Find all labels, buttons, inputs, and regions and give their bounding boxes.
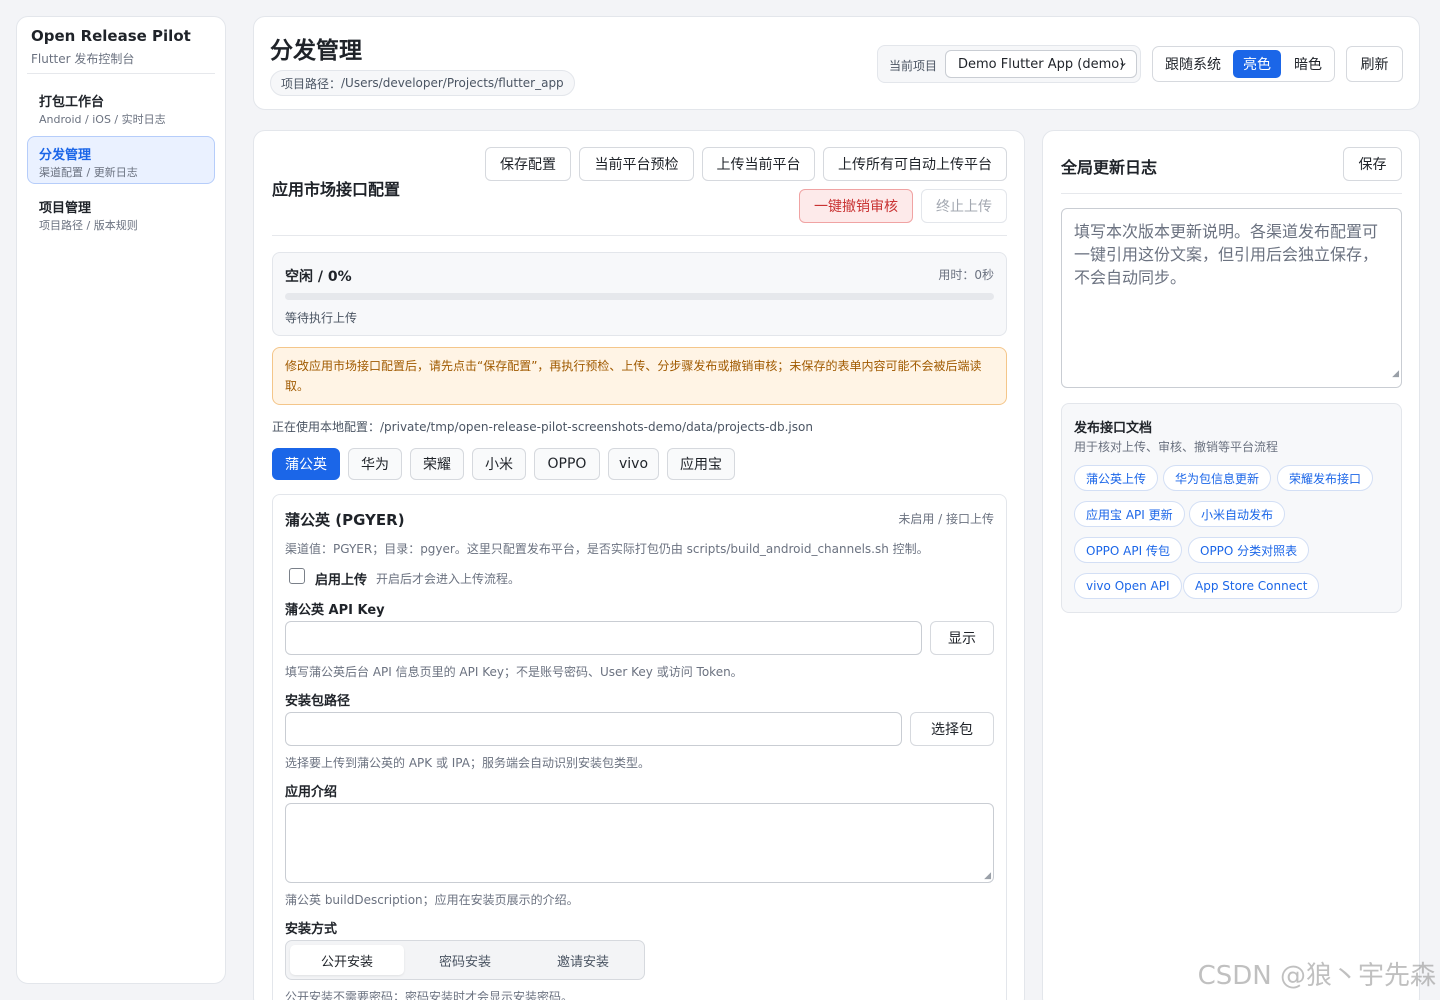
- project-label: 当前项目: [889, 59, 938, 73]
- revoke-review-button[interactable]: 一键撤销审核: [799, 189, 913, 223]
- resize-handle-icon[interactable]: ◢: [984, 871, 991, 881]
- install-mode-password[interactable]: 密码安装: [408, 945, 522, 975]
- install-mode-invite[interactable]: 邀请安装: [526, 945, 640, 975]
- changelog-panel: 全局更新日志 保存 填写本次版本更新说明。各渠道发布配置可一键引用这份文案，但引…: [1042, 130, 1420, 1000]
- enable-upload-label: 启用上传: [315, 573, 368, 588]
- progress-elapsed: 用时：0秒: [938, 268, 994, 282]
- channel-status: 未启用 / 接口上传: [898, 512, 994, 526]
- sidebar-divider: [27, 73, 215, 74]
- theme-switcher: 跟随系统 亮色 暗色: [1152, 46, 1335, 82]
- project-path-value: /Users/developer/Projects/flutter_app: [341, 76, 564, 90]
- intro-label: 应用介绍: [285, 785, 338, 800]
- intro-textarea[interactable]: ◢: [285, 803, 994, 883]
- sidebar-item-label: 项目管理: [39, 201, 92, 216]
- sidebar-item-label: 打包工作台: [39, 95, 105, 110]
- tab-yingyongbao[interactable]: 应用宝: [667, 448, 735, 480]
- api-docs-card: 发布接口文档 用于核对上传、审核、撤销等平台流程 蒲公英上传 华为包信息更新 荣…: [1061, 403, 1402, 613]
- doc-link-app-store-connect[interactable]: App Store Connect: [1183, 573, 1320, 599]
- sidebar-item-sub: 渠道配置 / 更新日志: [39, 166, 138, 179]
- changelog-textarea[interactable]: 填写本次版本更新说明。各渠道发布配置可一键引用这份文案，但引用后会独立保存，不会…: [1061, 208, 1402, 388]
- channel-name: 蒲公英 (PGYER): [285, 511, 405, 529]
- progress-bar: [285, 293, 994, 300]
- tab-honor[interactable]: 荣耀: [410, 448, 464, 480]
- tab-vivo[interactable]: vivo: [608, 448, 659, 480]
- refresh-button[interactable]: 刷新: [1346, 46, 1403, 82]
- package-path-help: 选择要上传到蒲公英的 APK 或 IPA；服务端会自动识别安装包类型。: [285, 756, 650, 770]
- theme-dark-button[interactable]: 暗色: [1284, 50, 1332, 78]
- tab-huawei[interactable]: 华为: [348, 448, 402, 480]
- doc-link-xiaomi[interactable]: 小米自动发布: [1189, 501, 1286, 527]
- project-path-label: 项目路径：: [281, 76, 342, 91]
- doc-link-yingyongbao[interactable]: 应用宝 API 更新: [1074, 501, 1185, 527]
- doc-link-oppo-category[interactable]: OPPO 分类对照表: [1188, 537, 1310, 563]
- sidebar-item-sub: 项目路径 / 版本规则: [39, 219, 138, 232]
- theme-light-button[interactable]: 亮色: [1233, 50, 1281, 78]
- project-select-value: Demo Flutter App (demo): [958, 56, 1125, 72]
- theme-system-button[interactable]: 跟随系统: [1157, 50, 1229, 78]
- show-api-key-button[interactable]: 显示: [930, 621, 994, 655]
- install-mode-label: 安装方式: [285, 922, 338, 937]
- save-changelog-button[interactable]: 保存: [1343, 147, 1402, 181]
- doc-link-oppo-upload[interactable]: OPPO API 传包: [1074, 537, 1182, 563]
- doc-link-honor[interactable]: 荣耀发布接口: [1277, 465, 1374, 491]
- tab-oppo[interactable]: OPPO: [534, 448, 600, 480]
- config-path-label: 正在使用本地配置：: [272, 420, 381, 434]
- enable-upload-hint: 开启后才会进入上传流程。: [376, 572, 521, 586]
- tab-pgyer[interactable]: 蒲公英: [272, 448, 340, 480]
- docs-subtitle: 用于核对上传、审核、撤销等平台流程: [1074, 440, 1279, 454]
- doc-link-pgyer[interactable]: 蒲公英上传: [1074, 465, 1159, 491]
- resize-handle-icon[interactable]: ◢: [1392, 363, 1399, 386]
- package-path-label: 安装包路径: [285, 694, 351, 709]
- doc-link-vivo[interactable]: vivo Open API: [1074, 573, 1182, 599]
- docs-title: 发布接口文档: [1074, 421, 1153, 436]
- channel-config-card: 蒲公英 (PGYER) 未启用 / 接口上传 渠道值：PGYER；目录：pgye…: [272, 494, 1007, 1000]
- package-path-input[interactable]: [285, 712, 902, 746]
- section-divider: [272, 235, 1007, 236]
- sidebar-item-projects[interactable]: 项目管理 项目路径 / 版本规则: [27, 189, 215, 237]
- config-path-value: /private/tmp/open-release-pilot-screensh…: [380, 420, 813, 434]
- doc-link-huawei[interactable]: 华为包信息更新: [1163, 465, 1272, 491]
- sidebar-item-sub: Android / iOS / 实时日志: [39, 113, 166, 126]
- brand-subtitle: Flutter 发布控制台: [31, 52, 135, 66]
- install-mode-selector: 公开安装 密码安装 邀请安装: [285, 940, 645, 980]
- channel-description: 渠道值：PGYER；目录：pgyer。这里只配置发布平台，是否实际打包仍由 sc…: [285, 542, 929, 556]
- api-key-input[interactable]: [285, 621, 922, 655]
- progress-status: 空闲 / 0%: [285, 269, 352, 285]
- save-config-button[interactable]: 保存配置: [485, 147, 571, 181]
- page-title: 分发管理: [270, 38, 362, 64]
- market-config-panel: 应用市场接口配置 保存配置 当前平台预检 上传当前平台 上传所有可自动上传平台 …: [253, 130, 1025, 1000]
- sidebar: Open Release Pilot Flutter 发布控制台 打包工作台 A…: [16, 16, 226, 984]
- changelog-title: 全局更新日志: [1061, 158, 1158, 177]
- changelog-placeholder: 填写本次版本更新说明。各渠道发布配置可一键引用这份文案，但引用后会独立保存，不会…: [1074, 222, 1379, 287]
- tab-xiaomi[interactable]: 小米: [472, 448, 526, 480]
- save-warning-banner: 修改应用市场接口配置后，请先点击“保存配置”，再执行预检、上传、分步骤发布或撤销…: [272, 347, 1007, 405]
- section-title: 应用市场接口配置: [272, 180, 401, 199]
- precheck-button[interactable]: 当前平台预检: [579, 147, 694, 181]
- api-key-label: 蒲公英 API Key: [285, 603, 385, 618]
- project-picker: 当前项目 Demo Flutter App (demo) ⌄: [877, 45, 1141, 83]
- sidebar-item-build[interactable]: 打包工作台 Android / iOS / 实时日志: [27, 83, 215, 131]
- watermark: CSDN @狼丶宇先森: [1197, 961, 1436, 991]
- chevron-down-icon: ⌄: [1117, 55, 1128, 69]
- pick-package-button[interactable]: 选择包: [910, 712, 994, 746]
- enable-upload-checkbox[interactable]: [289, 568, 305, 584]
- install-mode-help: 公开安装不需要密码；密码安装时才会显示安装密码。: [285, 990, 574, 1000]
- sidebar-item-distribution[interactable]: 分发管理 渠道配置 / 更新日志: [27, 136, 215, 184]
- upload-all-button[interactable]: 上传所有可自动上传平台: [823, 147, 1007, 181]
- progress-message: 等待执行上传: [285, 311, 358, 325]
- stop-upload-button[interactable]: 终止上传: [921, 189, 1007, 223]
- project-select[interactable]: Demo Flutter App (demo) ⌄: [945, 50, 1137, 78]
- page-header: 分发管理 项目路径： /Users/developer/Projects/flu…: [253, 16, 1420, 110]
- brand-title: Open Release Pilot: [31, 27, 191, 45]
- sidebar-item-label: 分发管理: [39, 148, 92, 163]
- upload-current-button[interactable]: 上传当前平台: [702, 147, 815, 181]
- project-path-chip: 项目路径： /Users/developer/Projects/flutter_…: [270, 70, 575, 96]
- upload-progress-card: 空闲 / 0% 用时：0秒 等待执行上传: [272, 252, 1007, 336]
- config-path-line: 正在使用本地配置：/private/tmp/open-release-pilot…: [272, 418, 813, 435]
- install-mode-public[interactable]: 公开安装: [290, 945, 404, 975]
- intro-help: 蒲公英 buildDescription；应用在安装页展示的介绍。: [285, 893, 579, 907]
- changelog-divider: [1061, 193, 1402, 194]
- api-key-help: 填写蒲公英后台 API 信息页里的 API Key；不是账号密码、User Ke…: [285, 665, 743, 679]
